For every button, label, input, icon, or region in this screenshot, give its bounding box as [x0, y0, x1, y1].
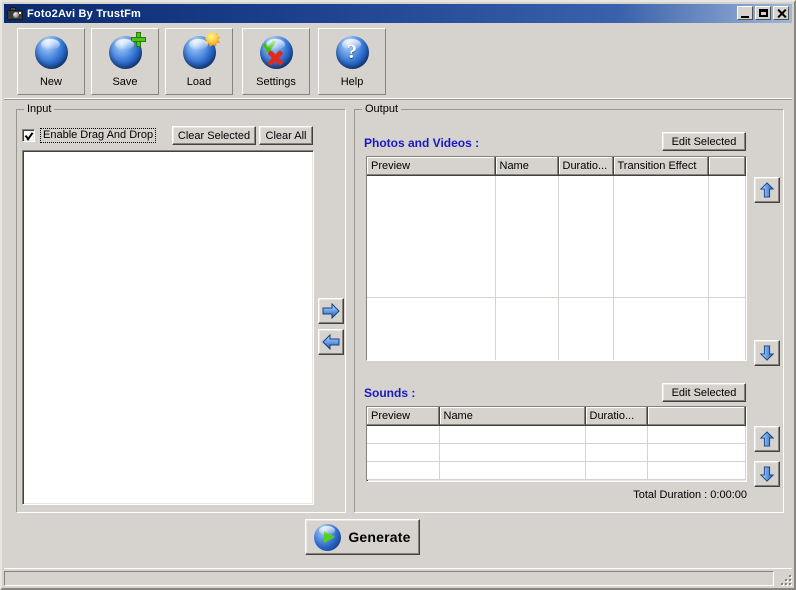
- sounds-table: Preview Name Duratio...: [367, 407, 746, 480]
- blue-sphere-icon: [34, 36, 68, 69]
- table-row[interactable]: [367, 175, 746, 298]
- toolbar-label-help: Help: [340, 76, 364, 88]
- photos-and-videos-heading: Photos and Videos :: [364, 136, 480, 150]
- maximize-button[interactable]: [755, 6, 771, 20]
- photos-and-videos-table: Preview Name Duratio... Transition Effec…: [367, 157, 746, 360]
- title-bar[interactable]: Foto2Avi By TrustFm: [4, 4, 792, 23]
- edit-selected-sounds-button[interactable]: Edit Selected: [662, 383, 746, 402]
- enable-drag-and-drop-label: Enable Drag And Drop: [40, 127, 157, 143]
- toolbar-separator: [4, 98, 792, 100]
- generate-button-label: Generate: [348, 529, 411, 545]
- toolbar-button-settings[interactable]: Settings: [242, 28, 310, 95]
- toolbar-label-settings: Settings: [256, 76, 296, 88]
- sounds-body: [367, 425, 746, 480]
- column-header-extra[interactable]: [708, 157, 746, 176]
- application-window: Foto2Avi By TrustFm New Save Load Settin…: [0, 0, 796, 590]
- play-circle-icon: [314, 523, 342, 551]
- table-header-row: Preview Name Duratio... Transition Effec…: [367, 157, 746, 176]
- arrow-down-icon: [759, 345, 775, 361]
- move-photo-down-button[interactable]: [754, 340, 780, 366]
- move-to-output-button[interactable]: [318, 298, 344, 324]
- minimize-button[interactable]: [737, 6, 753, 20]
- table-row[interactable]: [367, 443, 746, 462]
- edit-selected-photos-button[interactable]: Edit Selected: [662, 132, 746, 151]
- generate-button[interactable]: Generate: [305, 519, 420, 555]
- blue-sphere-question-icon: ?: [335, 36, 369, 69]
- arrow-left-icon: [322, 334, 340, 350]
- column-header-duration[interactable]: Duratio...: [558, 157, 614, 176]
- move-sound-up-button[interactable]: [754, 426, 780, 452]
- column-header-transition-effect[interactable]: Transition Effect: [613, 157, 709, 176]
- window-controls: [737, 6, 789, 20]
- move-photo-up-button[interactable]: [754, 177, 780, 203]
- column-header-name[interactable]: Name: [439, 407, 586, 426]
- input-file-list[interactable]: [22, 150, 314, 505]
- arrow-up-icon: [759, 431, 775, 447]
- column-header-preview[interactable]: Preview: [367, 157, 496, 176]
- orange-starburst-icon: [204, 31, 221, 47]
- arrow-right-icon: [322, 303, 340, 319]
- output-group-title: Output: [362, 103, 402, 115]
- input-group-title: Input: [24, 103, 55, 115]
- column-header-name[interactable]: Name: [495, 157, 559, 176]
- toolbar-label-save: Save: [112, 76, 138, 88]
- enable-drag-and-drop-checkbox[interactable]: [22, 128, 35, 142]
- checkmark-icon: [25, 131, 33, 139]
- green-plus-icon: [130, 32, 146, 47]
- clear-all-button[interactable]: Clear All: [259, 126, 313, 145]
- toolbar-button-new[interactable]: New: [17, 28, 85, 95]
- question-mark-icon: ?: [347, 40, 357, 63]
- enable-drag-and-drop-row[interactable]: Enable Drag And Drop: [22, 127, 157, 143]
- toolbar-button-help[interactable]: ? Help: [318, 28, 386, 95]
- resize-grip[interactable]: [777, 571, 791, 585]
- total-duration-label: Total Duration : 0:00:00: [633, 489, 747, 501]
- toolbar-label-new: New: [39, 76, 62, 88]
- blue-sphere-orange-star-icon: [182, 31, 221, 69]
- table-row[interactable]: [367, 425, 746, 444]
- blue-sphere-green-plus-icon: [108, 32, 146, 69]
- close-button[interactable]: [773, 6, 789, 20]
- move-to-input-button[interactable]: [318, 329, 344, 355]
- sounds-grid[interactable]: Preview Name Duratio...: [366, 406, 747, 482]
- table-header-row: Preview Name Duratio...: [367, 407, 746, 426]
- sounds-heading: Sounds :: [364, 386, 416, 400]
- blue-sphere-check-x-icon: [259, 36, 293, 69]
- camera-icon: [7, 6, 23, 21]
- table-row[interactable]: [367, 461, 746, 480]
- column-header-duration[interactable]: Duratio...: [585, 407, 648, 426]
- window-title: Foto2Avi By TrustFm: [27, 7, 142, 20]
- status-text: [4, 571, 774, 586]
- photos-and-videos-grid[interactable]: Preview Name Duratio... Transition Effec…: [366, 156, 747, 361]
- red-x-icon: [265, 49, 285, 67]
- arrow-up-icon: [759, 182, 775, 198]
- toolbar-button-save[interactable]: Save: [91, 28, 159, 95]
- main-toolbar: New Save Load Settings ? Help: [4, 23, 792, 100]
- table-row[interactable]: [367, 297, 746, 360]
- column-header-preview[interactable]: Preview: [367, 407, 440, 426]
- photos-and-videos-body: [367, 175, 746, 360]
- column-header-extra[interactable]: [647, 407, 746, 426]
- toolbar-button-load[interactable]: Load: [165, 28, 233, 95]
- clear-selected-button[interactable]: Clear Selected: [172, 126, 256, 145]
- toolbar-label-load: Load: [186, 76, 212, 88]
- arrow-down-icon: [759, 466, 775, 482]
- move-sound-down-button[interactable]: [754, 461, 780, 487]
- status-bar: [4, 568, 792, 586]
